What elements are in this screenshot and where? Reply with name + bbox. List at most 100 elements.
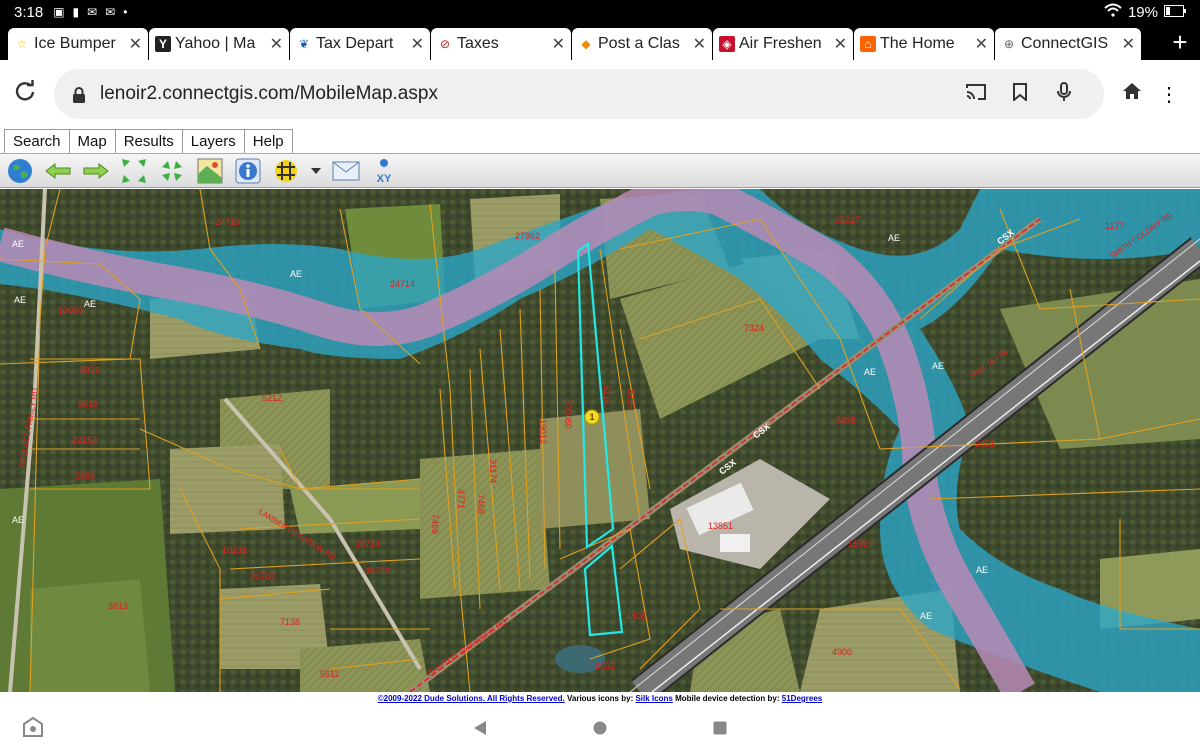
close-tab-icon[interactable]: ✕	[411, 34, 424, 54]
close-tab-icon[interactable]: ✕	[552, 34, 565, 54]
previous-extent-arrow-icon[interactable]	[44, 157, 72, 185]
browser-tab-strip: ☆ Ice Bumper ✕ Y Yahoo | Ma ✕ ❦ Tax Depa…	[0, 24, 1200, 60]
51degrees-link[interactable]: 51Degrees	[782, 694, 822, 703]
parcel-label: 8619	[78, 399, 98, 409]
home-circle-icon[interactable]	[540, 721, 660, 735]
parcel-label: 24714	[390, 279, 415, 289]
star-favicon-icon: ☆	[16, 37, 28, 51]
detection-credit-text: Mobile device detection by:	[675, 694, 780, 703]
accessibility-icon[interactable]	[22, 716, 44, 743]
new-tab-icon[interactable]: +	[1160, 24, 1200, 60]
parcel-label: 10231	[222, 545, 247, 555]
parcel-label: 35227	[835, 215, 860, 225]
tab-air-freshener[interactable]: ◈ Air Freshen ✕	[713, 28, 853, 60]
copyright-link[interactable]: ©2009-2022 Dude Solutions. All Rights Re…	[378, 694, 565, 703]
tab-connectgis[interactable]: ⊕ ConnectGIS ✕	[995, 28, 1141, 60]
map-canvas[interactable]: 24719 27862 35227 1177 10060 24714 7324 …	[0, 189, 1200, 692]
tab-label: ConnectGIS	[1021, 35, 1109, 52]
tab-search[interactable]: Search	[4, 129, 70, 153]
parcel-label: 3813	[108, 601, 128, 611]
system-nav-bar	[0, 706, 1200, 750]
reload-icon[interactable]	[14, 80, 54, 108]
tab-help[interactable]: Help	[243, 129, 293, 153]
measure-tool-icon[interactable]	[272, 157, 300, 185]
back-triangle-icon[interactable]	[420, 720, 540, 736]
store-favicon-icon: ◈	[719, 36, 735, 52]
parcel-label: 5889	[75, 471, 95, 481]
xy-coordinates-icon[interactable]: XY	[370, 157, 398, 185]
tab-results[interactable]: Results	[114, 129, 183, 153]
svg-text:1: 1	[589, 412, 594, 422]
parcel-label: 7324	[744, 323, 764, 333]
zoom-out-arrows-icon[interactable]	[158, 157, 186, 185]
ae-label: AE	[14, 295, 26, 305]
tab-label: Tax Depart	[316, 35, 394, 52]
email-envelope-icon[interactable]	[332, 157, 360, 185]
url-text[interactable]: lenoir2.connectgis.com/MobileMap.aspx	[100, 83, 954, 105]
tab-label: Taxes	[457, 35, 499, 52]
recents-square-icon[interactable]	[660, 721, 780, 735]
battery-level: 19%	[1127, 3, 1158, 21]
tab-label: Air Freshen	[739, 35, 822, 52]
close-tab-icon[interactable]: ✕	[693, 34, 706, 54]
tab-taxes[interactable]: ⊘ Taxes ✕	[431, 28, 571, 60]
ae-label: AE	[290, 269, 302, 279]
parcel-label: 4771	[456, 489, 466, 509]
parcel-label: 100060	[563, 399, 573, 429]
parcel-label: 13851	[708, 521, 733, 531]
parcel-label: 7469	[430, 514, 440, 534]
next-extent-arrow-icon[interactable]	[82, 157, 110, 185]
tab-the-home-depot[interactable]: ⌂ The Home ✕	[854, 28, 994, 60]
close-tab-icon[interactable]: ✕	[975, 34, 988, 54]
parcel-label: 19012	[538, 419, 548, 444]
tab-label: Yahoo | Ma	[175, 35, 256, 52]
map-layers-icon[interactable]	[196, 157, 224, 185]
footer: ©2009-2022 Dude Solutions. All Rights Re…	[0, 692, 1200, 706]
home-icon[interactable]	[1110, 82, 1154, 106]
tab-label: The Home	[880, 35, 955, 52]
parcel-label: 31174	[488, 459, 498, 483]
wifi-icon	[1104, 3, 1122, 21]
ae-label: AE	[864, 367, 876, 377]
portrait-icon: ▮	[72, 5, 80, 19]
parcel-label: 4900	[832, 647, 852, 657]
ae-label: AE	[920, 611, 932, 621]
silk-icons-link[interactable]: Silk Icons	[635, 694, 672, 703]
bookmark-icon[interactable]	[998, 82, 1042, 106]
close-tab-icon[interactable]: ✕	[1122, 34, 1135, 54]
tab-yahoo[interactable]: Y Yahoo | Ma ✕	[149, 28, 289, 60]
yahoo-favicon-icon: Y	[155, 36, 171, 52]
tab-ice-bumper[interactable]: ☆ Ice Bumper ✕	[8, 28, 148, 60]
chevron-down-icon[interactable]	[310, 157, 322, 185]
parcel-label: 7138	[280, 617, 300, 627]
cast-icon[interactable]	[954, 83, 998, 106]
url-bar[interactable]: lenoir2.connectgis.com/MobileMap.aspx	[54, 69, 1104, 119]
microphone-icon[interactable]	[1042, 81, 1086, 107]
aerial-parcel-map[interactable]: 24719 27862 35227 1177 10060 24714 7324 …	[0, 189, 1200, 692]
notification-icon: ▣	[53, 5, 65, 19]
parcel-label: 8692	[595, 661, 615, 671]
lock-icon[interactable]	[72, 87, 86, 103]
tab-label: Post a Clas	[598, 35, 680, 52]
tab-post-a-classified[interactable]: ◆ Post a Clas ✕	[572, 28, 712, 60]
close-tab-icon[interactable]: ✕	[129, 34, 142, 54]
tab-map[interactable]: Map	[68, 129, 116, 153]
result-marker[interactable]: 1	[584, 409, 600, 425]
ae-label: AE	[84, 299, 96, 309]
parcel-label: 35724	[355, 539, 380, 549]
tab-tax-department[interactable]: ❦ Tax Depart ✕	[290, 28, 430, 60]
status-bar: 3:18 ▣ ▮ ✉ ✉ • 19%	[0, 0, 1200, 24]
tab-layers[interactable]: Layers	[181, 129, 245, 153]
full-extent-globe-icon[interactable]	[6, 157, 34, 185]
ae-label: AE	[932, 361, 944, 371]
close-tab-icon[interactable]: ✕	[270, 34, 283, 54]
close-tab-icon[interactable]: ✕	[834, 34, 847, 54]
parcel-label: 7468	[476, 494, 486, 514]
identify-info-icon[interactable]	[234, 157, 262, 185]
parcel-label: 35723	[365, 566, 390, 576]
zoom-in-arrows-icon[interactable]	[120, 157, 148, 185]
dot-icon: •	[123, 5, 128, 19]
parcel-label: 5212	[262, 393, 282, 403]
ae-label: AE	[12, 515, 24, 525]
more-menu-icon[interactable]: ⋮	[1154, 82, 1184, 107]
